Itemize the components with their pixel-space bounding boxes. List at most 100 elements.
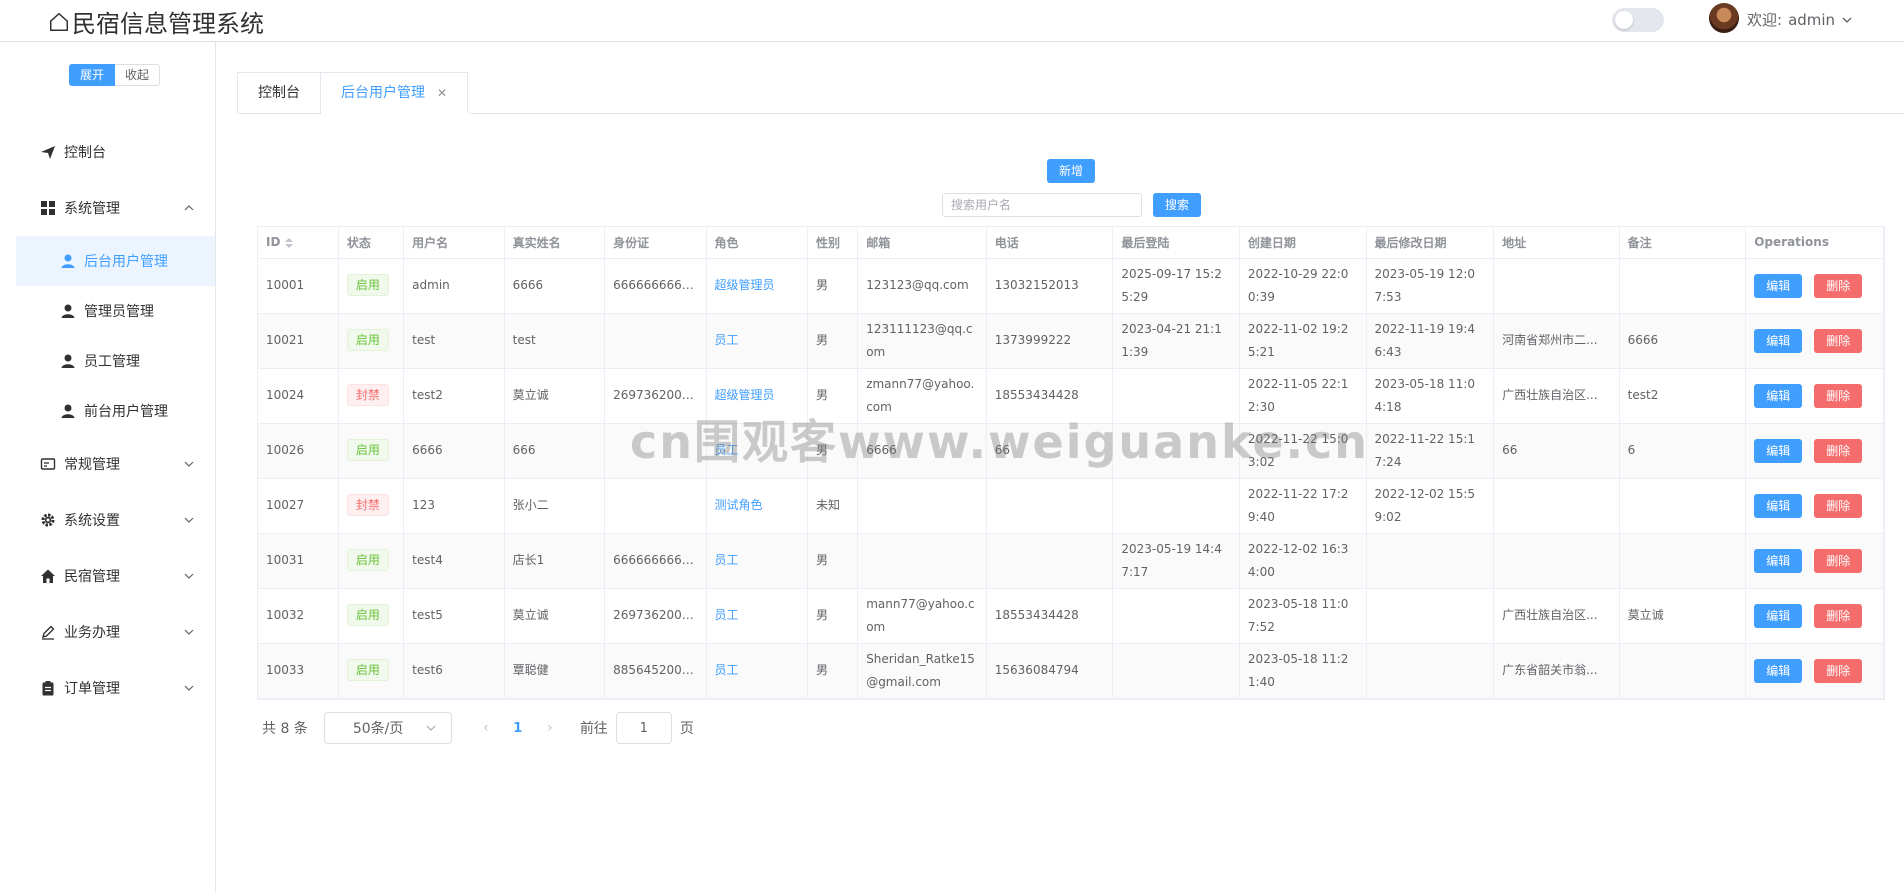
- goto-page-input[interactable]: [615, 712, 672, 744]
- status-badge: 启用: [346, 604, 389, 626]
- cell-remark: [1619, 258, 1747, 314]
- role-link[interactable]: 测试角色: [715, 498, 763, 512]
- avatar[interactable]: [1709, 3, 1739, 33]
- cell-operations: 编辑 删除: [1745, 588, 1884, 644]
- cell-phone: 18553434428: [986, 588, 1114, 644]
- cell-modified: 2023-05-19 12:07:53: [1366, 258, 1495, 314]
- sort-icon[interactable]: [284, 237, 294, 249]
- welcome-label: 欢迎:: [1747, 11, 1783, 29]
- cell-realname: 店长1: [504, 533, 606, 589]
- prev-page-button[interactable]: ‹: [470, 720, 502, 736]
- table-header-row: ID 状态 用户名 真实姓名 身份证 角色 性别 邮箱 电话 最后登陆 创建日期…: [258, 227, 1884, 259]
- username-label: admin: [1788, 10, 1836, 29]
- chevron-down-icon: [184, 629, 194, 635]
- sidebar-item-homestay[interactable]: 民宿管理: [16, 548, 215, 604]
- sidebar-item-label: 民宿管理: [64, 569, 120, 585]
- role-link[interactable]: 员工: [715, 608, 739, 622]
- sidebar-item-frontend-users[interactable]: 前台用户管理: [16, 386, 215, 436]
- edit-button[interactable]: 编辑: [1754, 273, 1803, 298]
- sidebar-item-general[interactable]: 常规管理: [16, 436, 215, 492]
- theme-toggle[interactable]: [1612, 8, 1664, 32]
- page-suffix-label: 页: [679, 721, 694, 737]
- user-icon: [61, 354, 75, 368]
- cell-username: test6: [403, 643, 505, 699]
- edit-button[interactable]: 编辑: [1754, 328, 1803, 353]
- row-actions: 编辑 删除: [1754, 493, 1875, 518]
- add-button[interactable]: 新增: [1047, 159, 1096, 183]
- cell-modified: [1366, 588, 1495, 644]
- delete-button[interactable]: 删除: [1814, 273, 1863, 298]
- user-menu[interactable]: 欢迎: admin: [1747, 9, 1853, 30]
- cell-username: 123: [403, 478, 505, 534]
- delete-button[interactable]: 删除: [1814, 383, 1863, 408]
- cell-gender: 男: [807, 533, 859, 589]
- edit-button[interactable]: 编辑: [1754, 658, 1803, 683]
- collapse-button[interactable]: 收起: [115, 64, 161, 86]
- cell-role: 员工: [706, 643, 808, 699]
- cell-phone: [986, 478, 1114, 534]
- user-icon: [61, 404, 75, 418]
- cell-id: 10026: [258, 423, 339, 479]
- column-header-email: 邮箱: [857, 227, 987, 259]
- table-row: 10033 启用 test6 覃聪健 8856452009... 员工 男 Sheridan_…: [258, 643, 1884, 699]
- sidebar-item-business[interactable]: 业务办理: [16, 604, 215, 660]
- search-input[interactable]: [942, 193, 1142, 217]
- delete-button[interactable]: 删除: [1814, 548, 1863, 573]
- cell-created: 2023-05-18 11:07:52: [1239, 588, 1367, 644]
- delete-button[interactable]: 删除: [1814, 658, 1863, 683]
- column-header-remark: 备注: [1619, 227, 1747, 259]
- edit-button[interactable]: 编辑: [1754, 603, 1803, 628]
- cell-remark: [1619, 533, 1747, 589]
- sidebar-item-label: 管理员管理: [84, 304, 154, 320]
- sidebar-item-admins[interactable]: 管理员管理: [16, 286, 215, 336]
- cell-realname: test: [504, 313, 606, 369]
- delete-button[interactable]: 删除: [1814, 328, 1863, 353]
- pen-icon: [41, 625, 55, 640]
- role-link[interactable]: 员工: [715, 553, 739, 567]
- close-icon[interactable]: ✕: [437, 73, 447, 113]
- edit-button[interactable]: 编辑: [1754, 493, 1803, 518]
- row-actions: 编辑 删除: [1754, 328, 1875, 353]
- sidebar-item-system[interactable]: 系统管理: [16, 180, 215, 236]
- role-link[interactable]: 超级管理员: [715, 278, 775, 292]
- delete-button[interactable]: 删除: [1814, 493, 1863, 518]
- edit-button[interactable]: 编辑: [1754, 548, 1803, 573]
- sidebar-item-orders[interactable]: 订单管理: [16, 660, 215, 716]
- sidebar-item-staff[interactable]: 员工管理: [16, 336, 215, 386]
- tab-dashboard[interactable]: 控制台: [237, 72, 321, 114]
- tab-label: 控制台: [258, 85, 300, 101]
- app-title: 民宿信息管理系统: [72, 10, 264, 38]
- search-button[interactable]: 搜索: [1153, 193, 1202, 217]
- status-badge: 启用: [346, 659, 389, 681]
- edit-button[interactable]: 编辑: [1754, 438, 1803, 463]
- role-link[interactable]: 员工: [715, 333, 739, 347]
- cell-email: 123123@qq.com: [857, 258, 987, 314]
- cell-created: 2022-12-02 16:34:00: [1239, 533, 1367, 589]
- sidebar-item-dashboard[interactable]: 控制台: [16, 124, 215, 180]
- delete-button[interactable]: 删除: [1814, 603, 1863, 628]
- cell-remark: test2: [1619, 368, 1747, 424]
- page-number-current[interactable]: 1: [502, 721, 534, 736]
- tab-backend-users[interactable]: 后台用户管理 ✕: [321, 72, 469, 114]
- app-brand[interactable]: 民宿信息管理系统: [48, 4, 264, 39]
- header-label: ID: [266, 235, 281, 250]
- sidebar-item-label: 订单管理: [64, 681, 120, 697]
- home-icon: [50, 12, 68, 31]
- expand-button[interactable]: 展开: [69, 64, 116, 86]
- table-row: 10021 启用 test test 员工 男 123111123@qq.com 137399…: [258, 313, 1884, 369]
- next-page-button[interactable]: ›: [534, 720, 566, 736]
- edit-button[interactable]: 编辑: [1754, 383, 1803, 408]
- cell-id: 10024: [258, 368, 339, 424]
- sidebar-item-settings[interactable]: 系统设置: [16, 492, 215, 548]
- column-header-id[interactable]: ID: [258, 227, 339, 259]
- sidebar-item-label: 控制台: [64, 145, 106, 161]
- delete-button[interactable]: 删除: [1814, 438, 1863, 463]
- cell-id: 10001: [258, 258, 339, 314]
- role-link[interactable]: 超级管理员: [715, 388, 775, 402]
- role-link[interactable]: 员工: [715, 663, 739, 677]
- sidebar-item-backend-users[interactable]: 后台用户管理: [16, 236, 215, 286]
- cell-email: [857, 478, 987, 534]
- page-size-select[interactable]: 50条/页: [323, 712, 452, 744]
- cell-status: 启用: [338, 533, 405, 589]
- cell-remark: 莫立诚: [1619, 588, 1747, 644]
